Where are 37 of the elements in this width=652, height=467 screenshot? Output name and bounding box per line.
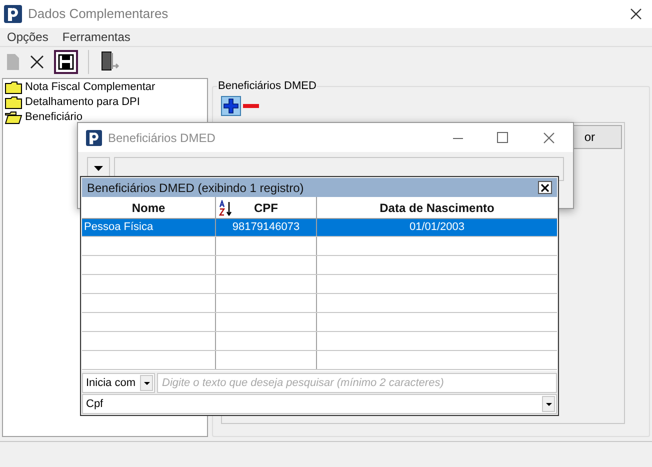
minus-icon[interactable] bbox=[243, 102, 259, 108]
column-header[interactable]: CPF bbox=[216, 197, 317, 218]
close-icon bbox=[541, 184, 549, 192]
menu-item[interactable]: Ferramentas bbox=[62, 28, 130, 46]
table-cell-text: Pessoa Física bbox=[84, 220, 154, 236]
save-icon[interactable] bbox=[54, 50, 78, 74]
logo-icon bbox=[86, 130, 102, 146]
menu-item[interactable]: Opções bbox=[7, 28, 48, 46]
group-title: Beneficiários DMED bbox=[217, 79, 318, 94]
close-icon[interactable] bbox=[543, 132, 555, 144]
caret-icon bbox=[94, 166, 103, 170]
caret-icon bbox=[144, 382, 150, 384]
search-field[interactable]: Digite o texto que deseja pesquisar (mínimo 2 caracteres) bbox=[157, 373, 557, 393]
table-row[interactable]: Pessoa Física 98179146073 01/01/2003 bbox=[82, 219, 557, 237]
window-title: Dados Complementares bbox=[28, 5, 168, 24]
delete-icon[interactable] bbox=[30, 54, 44, 68]
tree-item[interactable]: Nota Fiscal Complementar bbox=[25, 81, 156, 94]
table-cell-text: 01/01/2003 bbox=[409, 220, 465, 236]
logo-icon bbox=[4, 5, 22, 23]
table-cell-text: 98179146073 bbox=[232, 220, 300, 236]
combobox-value: Cpf bbox=[86, 396, 104, 412]
plus-icon bbox=[223, 98, 239, 114]
add-button[interactable] bbox=[221, 96, 241, 116]
close-button[interactable] bbox=[538, 181, 552, 194]
dialog-title: Beneficiários DMED bbox=[108, 130, 216, 146]
caret-icon bbox=[546, 402, 552, 406]
close-icon[interactable] bbox=[630, 8, 642, 20]
popup-title: Beneficiários DMED (exibindo 1 registro) bbox=[87, 180, 304, 196]
tree-item[interactable]: Detalhamento para DPI bbox=[25, 96, 140, 109]
combobox-value: Inicia com bbox=[86, 376, 136, 391]
mode-combobox[interactable]: Inicia com bbox=[82, 373, 155, 393]
column-header[interactable]: Data de Nascimento bbox=[317, 197, 557, 218]
field-combobox[interactable]: Cpf bbox=[82, 394, 557, 414]
door-icon[interactable] bbox=[99, 50, 121, 72]
tree-item[interactable]: Beneficiário bbox=[25, 111, 82, 124]
maximize-icon[interactable] bbox=[497, 132, 508, 143]
column-header[interactable]: Nome bbox=[82, 197, 216, 218]
